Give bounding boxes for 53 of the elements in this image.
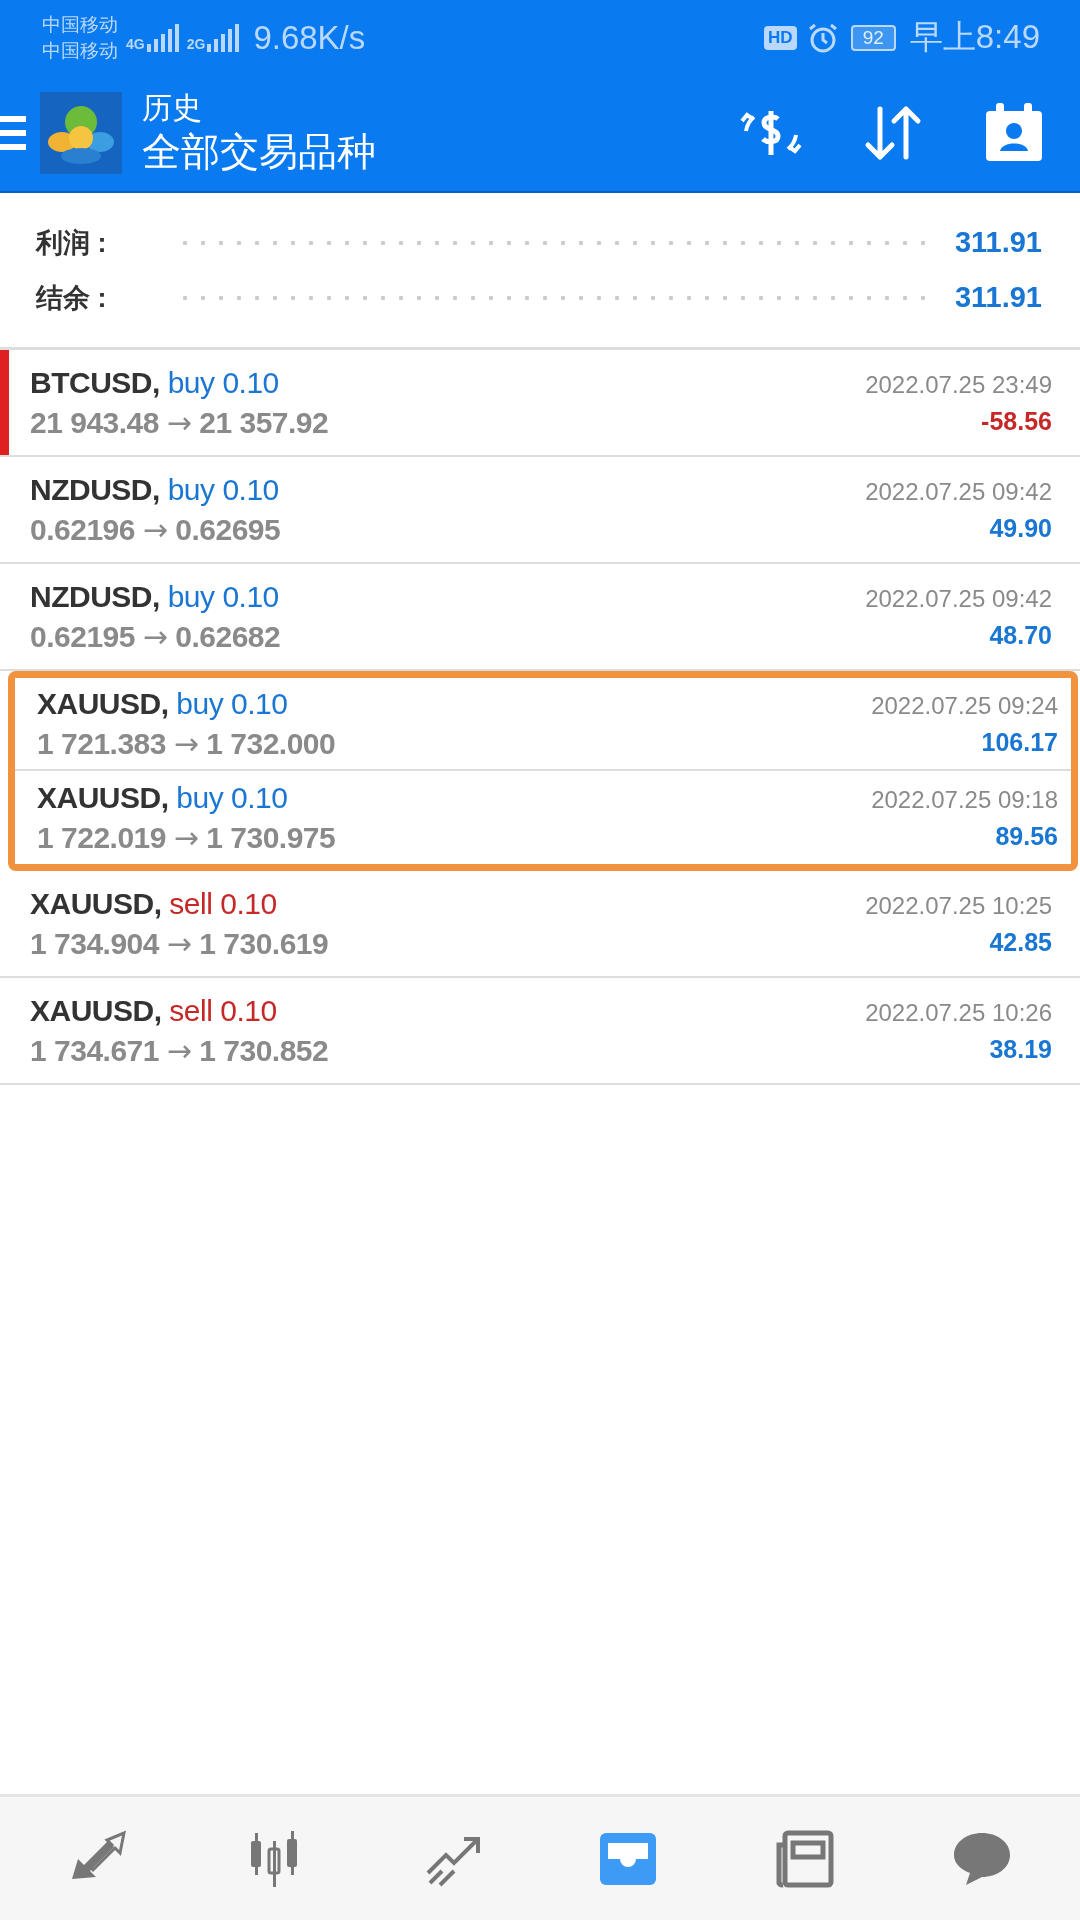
newspaper-icon: [774, 1828, 835, 1889]
menu-button[interactable]: [0, 114, 26, 152]
price-change: 1 721.383 → 1 732.000: [37, 725, 336, 762]
carrier-name: 中国移动: [42, 38, 118, 63]
price-change: 21 943.48 → 21 357.92: [30, 404, 329, 441]
clock-time: 早上8:49: [909, 17, 1040, 57]
network-speed: 9.68K/s: [253, 18, 366, 57]
alarm-icon: [806, 21, 839, 54]
app-logo-icon: [40, 92, 122, 174]
trade-time: 2022.07.25 09:42: [865, 476, 1052, 507]
trade-time: 2022.07.25 23:49: [865, 369, 1052, 400]
summary-value: 311.91: [954, 281, 1042, 314]
summary-label: 结余 :: [36, 281, 108, 315]
signal-icon: [146, 23, 179, 52]
trade-title: XAUUSD, buy 0.10: [37, 779, 289, 816]
summary-value: 311.91: [954, 226, 1042, 259]
menu-icon: [0, 114, 26, 152]
trade-title: XAUUSD, buy 0.10: [37, 685, 289, 722]
hd-badge: HD: [764, 25, 797, 50]
battery-level: 92: [850, 24, 896, 51]
trade-title: NZDUSD, buy 0.10: [30, 578, 280, 615]
price-change: 0.62196 → 0.62695: [30, 511, 281, 548]
price-change: 1 734.671 → 1 730.852: [30, 1032, 329, 1069]
trade-time: 2022.07.25 09:24: [871, 690, 1058, 721]
trade-title: XAUUSD, sell 0.10: [30, 992, 278, 1029]
price-change: 1 722.019 → 1 730.975: [37, 819, 336, 856]
trade-time: 2022.07.25 09:42: [865, 583, 1052, 614]
carrier-name: 中国移动: [42, 12, 118, 37]
symbol-filter[interactable]: 全部交易品种: [142, 127, 738, 177]
price-change: 0.62195 → 0.62682: [30, 618, 281, 655]
network-type: 2G: [186, 35, 206, 52]
contact-button[interactable]: [984, 103, 1044, 163]
summary-label: 利润 :: [36, 226, 108, 260]
trade-time: 2022.07.25 10:26: [865, 997, 1052, 1028]
trade-row[interactable]: XAUUSD, buy 0.10 1 721.383 → 1 732.000 2022.07.25 09:24 106.17: [15, 678, 1071, 771]
signal-icon: [207, 23, 240, 52]
trade-row[interactable]: BTCUSD, buy 0.10 21 943.48 → 21 357.92 2022.07.25 23:49 -58.56: [0, 350, 1080, 457]
trade-time: 2022.07.25 09:18: [871, 784, 1058, 815]
price-change: 1 734.904 → 1 730.619: [30, 925, 329, 962]
contact-card-icon: [984, 103, 1044, 163]
trade-title: XAUUSD, sell 0.10: [30, 885, 278, 922]
trade-profit: 38.19: [989, 1033, 1052, 1065]
trade-profit: 49.90: [989, 512, 1052, 544]
trade-profit: 42.85: [989, 926, 1052, 958]
screen-title: 历史: [142, 90, 203, 126]
trade-time: 2022.07.25 10:25: [865, 890, 1052, 921]
trade-profit: 89.56: [995, 820, 1058, 852]
trade-title: NZDUSD, buy 0.10: [30, 471, 280, 508]
trade-profit: 106.17: [981, 726, 1058, 758]
network-type: 4G: [126, 35, 145, 52]
trade-title: BTCUSD, buy 0.10: [30, 364, 280, 401]
trade-profit: -58.56: [981, 405, 1052, 437]
trade-profit: 48.70: [989, 619, 1052, 651]
